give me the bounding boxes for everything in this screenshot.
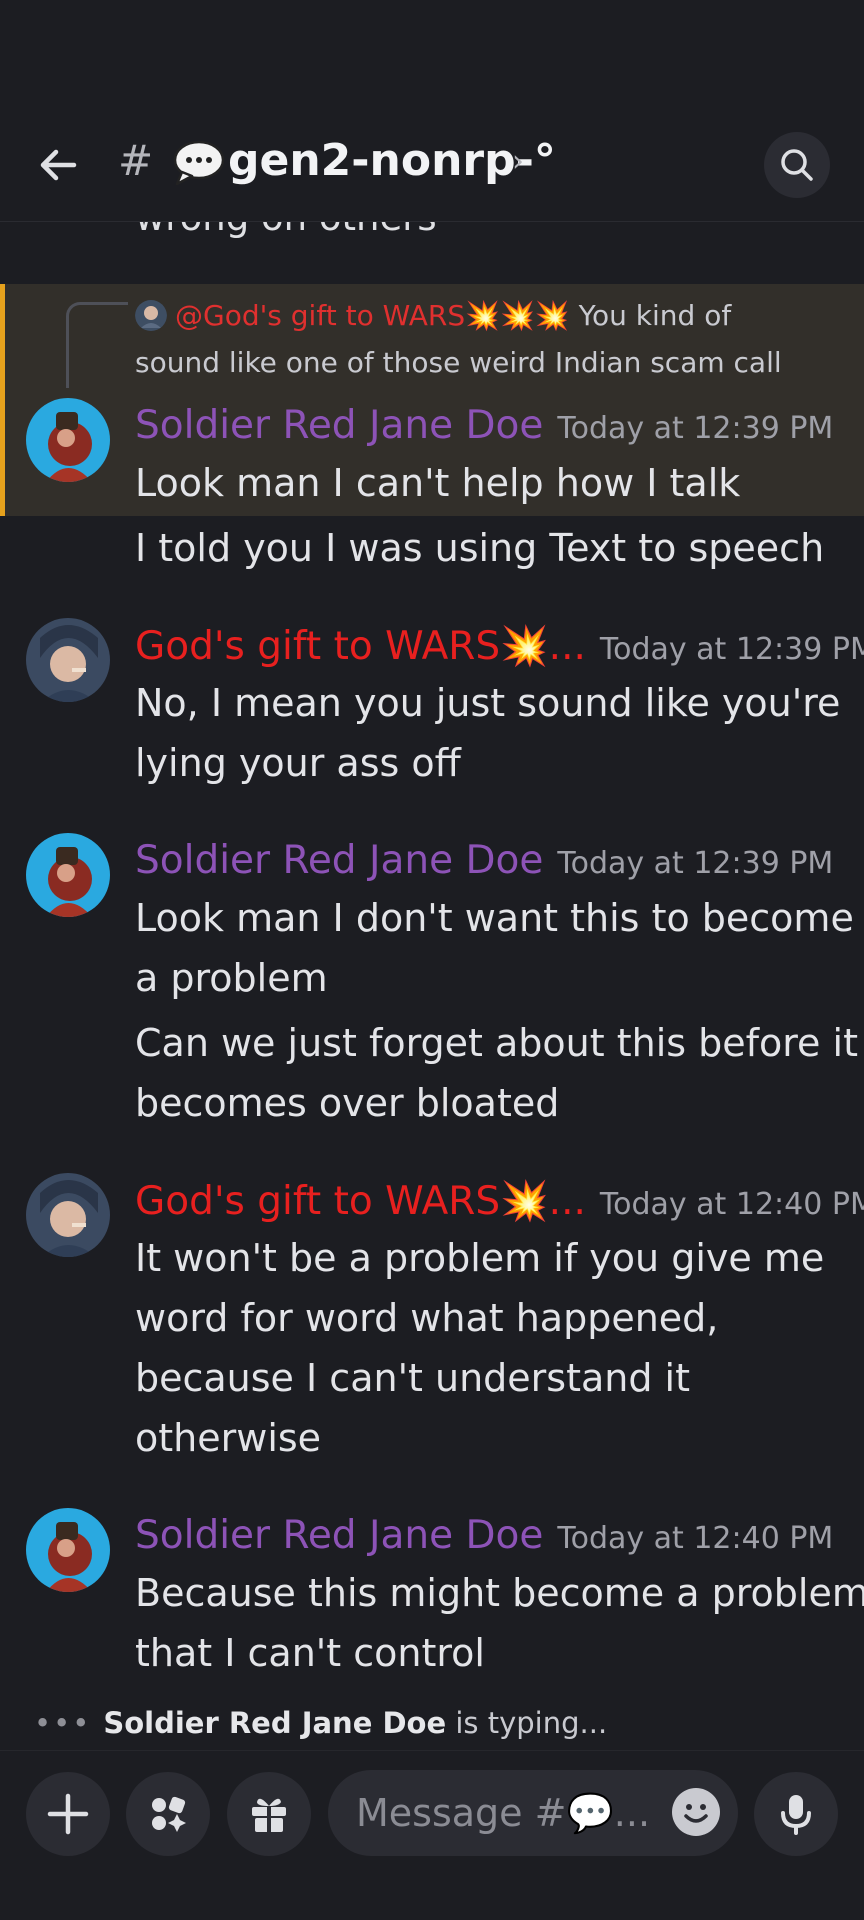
avatar[interactable] <box>26 1173 110 1257</box>
plus-icon <box>47 1793 89 1835</box>
message-text: Can we just forget about this before it <box>135 1021 858 1065</box>
message-placeholder: Message #💬... <box>356 1790 651 1835</box>
status-bar-area <box>0 0 864 110</box>
message-author[interactable]: Soldier Red Jane Doe <box>135 403 543 448</box>
message-author[interactable]: Soldier Red Jane Doe <box>135 1513 543 1558</box>
message-timestamp: Today at 12:40 PM <box>599 1187 864 1222</box>
reply-text-1: You kind of <box>569 299 732 332</box>
gift-button[interactable] <box>227 1772 311 1856</box>
avatar[interactable] <box>26 398 110 482</box>
chevron-right-icon[interactable]: › <box>512 144 524 179</box>
message-timestamp: Today at 12:39 PM <box>599 632 864 667</box>
reply-connector <box>66 302 128 388</box>
back-button[interactable] <box>34 140 84 190</box>
microphone-button[interactable] <box>754 1772 838 1856</box>
message-author[interactable]: God's gift to WARS💥... <box>135 1179 586 1224</box>
message-text: that I can't control <box>135 1631 485 1675</box>
search-button[interactable] <box>764 132 830 198</box>
emoji-icon <box>674 1790 718 1834</box>
message-timestamp: Today at 12:40 PM <box>557 1521 834 1556</box>
message-timestamp: Today at 12:39 PM <box>557 846 834 881</box>
apps-icon <box>152 1796 186 1832</box>
message-header: God's gift to WARS💥... Today at 12:40 PM <box>135 1178 864 1224</box>
message-text: It won't be a problem if you give me <box>135 1236 825 1280</box>
message-header: Soldier Red Jane Doe Today at 12:40 PM <box>135 1513 833 1558</box>
message-text: Look man I don't want this to become <box>135 896 854 940</box>
message-text: otherwise <box>135 1416 322 1460</box>
gift-icon <box>252 1798 286 1832</box>
reply-avatar <box>135 299 167 331</box>
message-author[interactable]: Soldier Red Jane Doe <box>135 838 543 883</box>
message-text: No, I mean you just sound like you're <box>135 681 841 725</box>
message-text: lying your ass off <box>135 741 461 785</box>
typing-user: Soldier Red Jane Doe <box>103 1706 447 1740</box>
typing-dots-icon: ••• <box>34 1706 92 1740</box>
channel-header: # gen2-nonrp-° › <box>0 110 864 222</box>
message-text: word for word what happened, <box>135 1296 719 1340</box>
message-timestamp: Today at 12:39 PM <box>557 411 834 446</box>
message-text: Look man I can't help how I talk <box>135 461 741 505</box>
avatar[interactable] <box>26 618 110 702</box>
avatar[interactable] <box>26 1508 110 1592</box>
message-header: God's gift to WARS💥... Today at 12:39 PM <box>135 623 864 669</box>
reply-text-2: sound like one of those weird Indian sca… <box>135 346 782 379</box>
message-text: becomes over bloated <box>135 1081 560 1125</box>
channel-hash-icon: # <box>118 136 154 185</box>
reply-preview[interactable]: @God's gift to WARS💥💥💥 You kind of sound… <box>135 292 815 386</box>
add-button[interactable] <box>26 1772 110 1856</box>
message-text: a problem <box>135 956 328 1000</box>
arrow-left-icon <box>40 149 77 181</box>
search-icon <box>781 149 813 181</box>
message-text: I told you I was using Text to speech <box>135 526 825 570</box>
typing-indicator: ••• Soldier Red Jane Doe is typing... <box>34 1706 607 1740</box>
message-text: Because this might become a problem <box>135 1571 864 1615</box>
typing-suffix: is typing... <box>446 1706 608 1740</box>
message-header: Soldier Red Jane Doe Today at 12:39 PM <box>135 403 833 448</box>
avatar[interactable] <box>26 833 110 917</box>
emoji-button[interactable] <box>672 1788 720 1836</box>
speech-bubble-icon <box>173 140 225 186</box>
channel-title[interactable]: gen2-nonrp-° <box>228 135 556 186</box>
reply-mention[interactable]: @God's gift to WARS💥💥💥 <box>175 299 570 332</box>
message-header: Soldier Red Jane Doe Today at 12:39 PM <box>135 838 833 883</box>
apps-button[interactable] <box>126 1772 210 1856</box>
microphone-icon <box>781 1795 811 1835</box>
message-text: because I can't understand it <box>135 1356 691 1400</box>
message-author[interactable]: God's gift to WARS💥... <box>135 624 586 669</box>
